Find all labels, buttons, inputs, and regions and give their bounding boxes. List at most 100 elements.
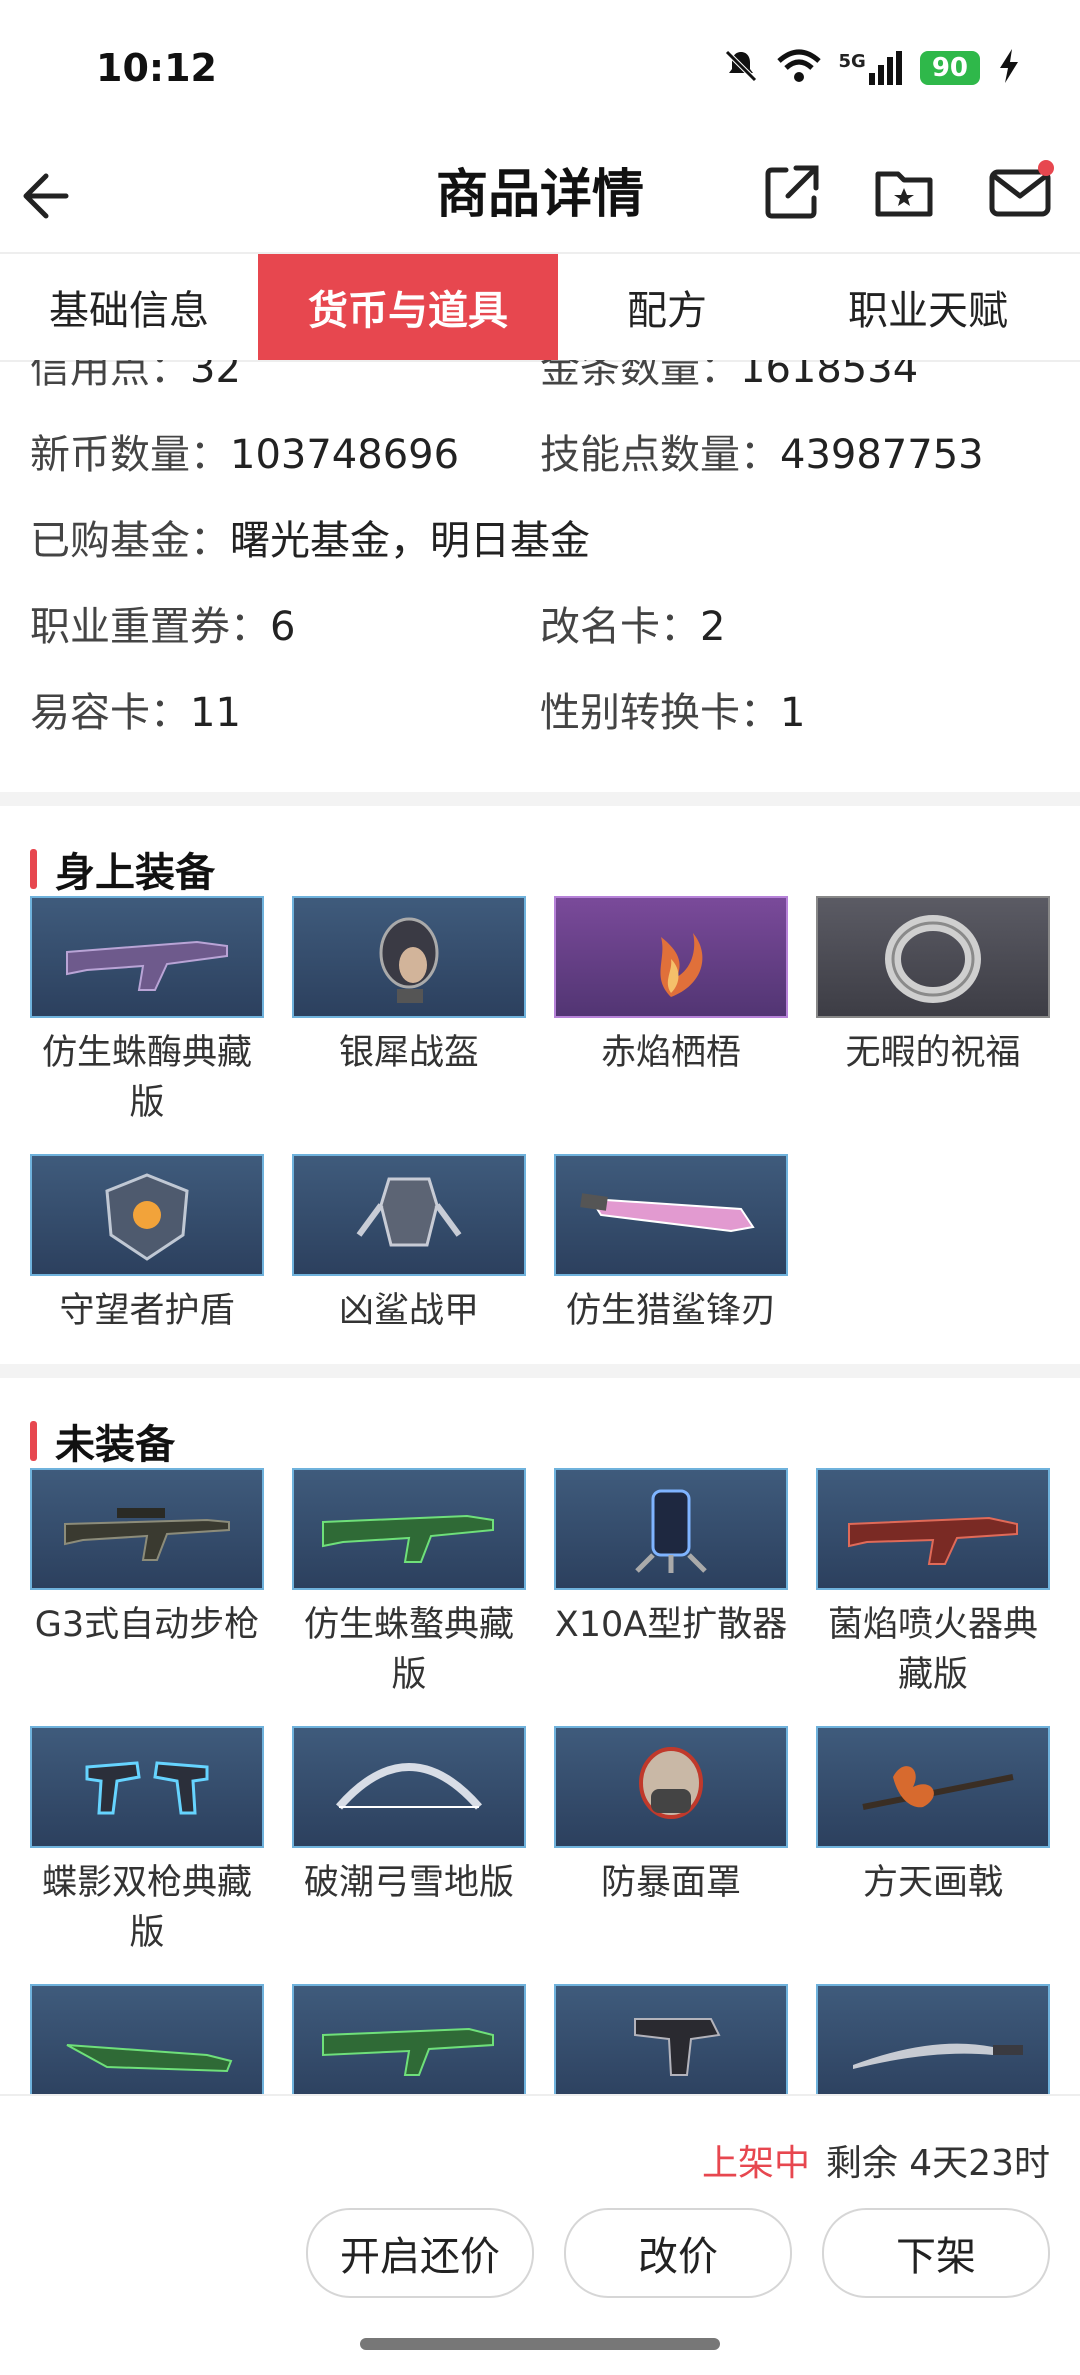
bottom-action-bar: 上架中 剩余 4天23时 开启还价 改价 下架 (0, 2094, 1080, 2375)
favorite-folder-button[interactable] (868, 156, 940, 228)
equipped-section-title: 身上装备 (30, 840, 215, 898)
item-name: 方天画戟 (862, 1863, 1003, 1903)
signal-icon: 5G (839, 51, 902, 85)
canister-icon (635, 1489, 707, 1573)
charging-bolt-icon (998, 49, 1020, 87)
item-card[interactable] (30, 1984, 264, 2094)
tab-bar: 基础信息 货币与道具 配方 职业天赋 (0, 254, 1080, 362)
gas-mask-icon (639, 1747, 703, 1819)
armor-icon (356, 1177, 462, 1247)
item-card[interactable]: G3式自动步枪 (30, 1468, 264, 1650)
rename-cards-row: 改名卡：2 (540, 604, 726, 650)
item-card[interactable] (816, 1984, 1050, 2094)
item-card[interactable]: 仿生蛛酶典藏版 (30, 896, 264, 1128)
item-thumbnail (816, 1984, 1050, 2094)
item-card[interactable]: 银犀战盔 (292, 896, 526, 1078)
item-name: X10A型扩散器 (554, 1605, 788, 1645)
skill-points-row: 技能点数量：43987753 (540, 432, 984, 478)
item-thumbnail (554, 896, 788, 1018)
equipped-grid: 仿生蛛酶典藏版 银犀战盔 赤焰栖梧 无暇的祝福 守望者护盾 凶鲨战甲 仿生猎鲨锋… (0, 896, 1080, 1336)
rifle-icon (322, 2027, 494, 2076)
home-indicator[interactable] (360, 2338, 720, 2350)
blade-icon (580, 1193, 755, 1233)
change-price-button[interactable]: 改价 (564, 2208, 792, 2298)
rifle-icon (322, 1514, 494, 1563)
item-name: G3式自动步枪 (34, 1605, 260, 1645)
item-thumbnail (30, 896, 264, 1018)
shield-icon (105, 1173, 189, 1261)
item-name: 仿生蛛酶典藏版 (41, 1033, 252, 1123)
helmet-icon (379, 917, 439, 1003)
message-button[interactable] (984, 156, 1056, 228)
item-card[interactable]: 防暴面罩 (554, 1726, 788, 1908)
rifle-icon (66, 2044, 233, 2073)
item-name: 蝶影双枪典藏版 (41, 1863, 252, 1953)
battery-indicator: 90 (919, 51, 980, 85)
item-name: 防暴面罩 (600, 1863, 741, 1903)
share-button[interactable] (756, 156, 828, 228)
item-card[interactable]: 仿生蛛螯典藏版 (292, 1468, 526, 1700)
gold-bars-row: 金条数量：1618534 (540, 360, 919, 392)
item-card[interactable]: 仿生猎鲨锋刃 (554, 1154, 788, 1336)
tab-basic-info[interactable]: 基础信息 (0, 254, 258, 360)
ring-icon (885, 915, 981, 1003)
folder-star-icon (875, 171, 933, 217)
section-accent (30, 1421, 37, 1461)
dual-pistols-icon (85, 1761, 209, 1815)
status-bar: 10:12 5G 90 (0, 0, 1080, 140)
reset-tickets-row: 职业重置券：6 (30, 604, 296, 650)
rifle-icon (64, 1508, 230, 1561)
delist-button[interactable]: 下架 (822, 2208, 1050, 2298)
item-card[interactable] (554, 1984, 788, 2094)
remaining-time: 剩余 4天23时 (825, 2143, 1050, 2184)
item-name: 凶鲨战甲 (338, 1291, 479, 1331)
tab-talents[interactable]: 职业天赋 (776, 254, 1080, 360)
item-card[interactable]: X10A型扩散器 (554, 1468, 788, 1650)
item-thumbnail (554, 1726, 788, 1848)
new-coins-row: 新币数量：103748696 (30, 432, 460, 478)
tab-currency-items[interactable]: 货币与道具 (258, 254, 558, 360)
gender-cards-row: 性别转换卡：1 (540, 690, 806, 736)
item-card[interactable]: 无暇的祝福 (816, 896, 1050, 1078)
item-thumbnail (30, 1154, 264, 1276)
credit-row: 信用点：32 (30, 360, 241, 392)
item-thumbnail (30, 1468, 264, 1590)
tab-recipes[interactable]: 配方 (558, 254, 776, 360)
item-card[interactable] (292, 1984, 526, 2094)
item-thumbnail (554, 1154, 788, 1276)
item-card[interactable]: 菌焰喷火器典藏版 (816, 1468, 1050, 1700)
status-time: 10:12 (96, 46, 217, 90)
item-thumbnail (292, 1726, 526, 1848)
flamethrower-icon (848, 1516, 1018, 1565)
item-thumbnail (30, 1984, 264, 2094)
item-name: 菌焰喷火器典藏版 (827, 1605, 1038, 1695)
item-thumbnail (816, 896, 1050, 1018)
item-card[interactable]: 守望者护盾 (30, 1154, 264, 1336)
mail-icon (989, 160, 1054, 217)
item-thumbnail (554, 1468, 788, 1590)
share-icon (765, 165, 819, 219)
rifle-icon (66, 940, 228, 991)
item-card[interactable]: 凶鲨战甲 (292, 1154, 526, 1336)
app-header: 商品详情 (0, 140, 1080, 254)
item-thumbnail (292, 1984, 526, 2094)
item-card[interactable]: 方天画戟 (816, 1726, 1050, 1908)
item-thumbnail (292, 1468, 526, 1590)
item-thumbnail (816, 1726, 1050, 1848)
item-name: 破潮弓雪地版 (303, 1863, 514, 1903)
listing-status: 上架中 (701, 2143, 810, 2184)
item-card[interactable]: 破潮弓雪地版 (292, 1726, 526, 1908)
flame-wing-icon (660, 933, 703, 997)
section-divider (0, 792, 1080, 806)
item-card[interactable]: 赤焰栖梧 (554, 896, 788, 1078)
bow-icon (335, 1763, 483, 1810)
sword-icon (853, 2043, 1023, 2069)
smg-icon (634, 2018, 721, 2076)
enable-counteroffer-button[interactable]: 开启还价 (306, 2208, 534, 2298)
item-thumbnail (816, 1468, 1050, 1590)
item-name: 仿生猎鲨锋刃 (565, 1291, 776, 1331)
item-thumbnail (292, 896, 526, 1018)
item-name: 无暇的祝福 (845, 1033, 1021, 1073)
item-card[interactable]: 蝶影双枪典藏版 (30, 1726, 264, 1958)
item-thumbnail (30, 1726, 264, 1848)
